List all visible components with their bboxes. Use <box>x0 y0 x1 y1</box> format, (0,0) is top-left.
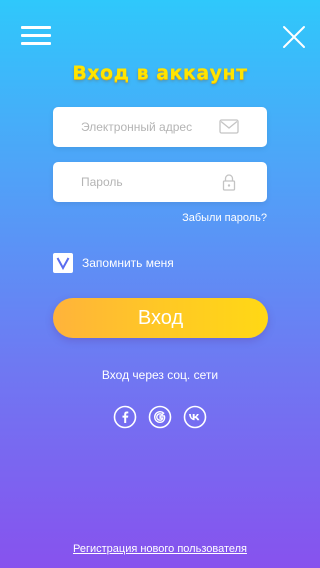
close-icon[interactable] <box>282 25 306 49</box>
checkmark-icon <box>56 257 70 270</box>
register-link[interactable]: Регистрация нового пользователя <box>73 543 247 555</box>
google-icon[interactable] <box>148 405 172 429</box>
forgot-password-link[interactable]: Забыли пароль? <box>182 212 267 224</box>
remember-me-label: Запомнить меня <box>82 256 174 270</box>
facebook-icon[interactable] <box>113 405 137 429</box>
envelope-icon <box>219 118 239 136</box>
menu-line <box>21 34 51 37</box>
vk-icon[interactable] <box>183 405 207 429</box>
hamburger-menu-icon[interactable] <box>21 26 51 46</box>
login-button[interactable]: Вход <box>53 298 268 338</box>
email-input[interactable] <box>81 107 231 147</box>
register-row: Регистрация нового пользователя <box>0 537 320 556</box>
lock-icon <box>219 173 239 191</box>
password-input[interactable] <box>81 162 231 202</box>
menu-line <box>21 42 51 45</box>
email-field[interactable] <box>53 107 267 147</box>
password-field[interactable] <box>53 162 267 202</box>
page-title: Вход в аккаунт <box>72 62 248 84</box>
social-login-label: Вход через соц. сети <box>101 368 219 382</box>
menu-line <box>21 26 51 29</box>
remember-me-checkbox[interactable] <box>53 253 73 273</box>
